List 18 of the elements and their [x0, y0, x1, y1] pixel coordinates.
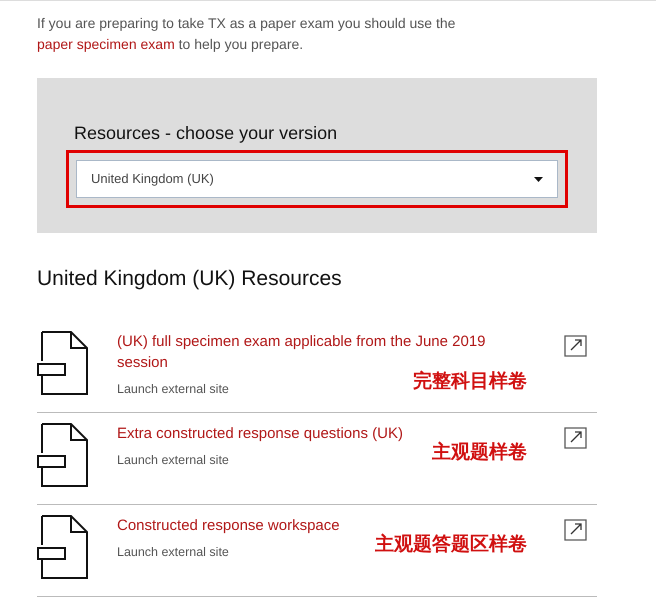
annotation-text: 完整科目样卷: [413, 370, 527, 394]
document-icon: [37, 331, 89, 395]
paper-specimen-link[interactable]: paper specimen exam: [37, 36, 175, 52]
launch-label: Launch external site: [117, 544, 229, 561]
annotation-text: 主观题答题区样卷: [375, 532, 527, 557]
panel-heading: Resources - choose your version: [74, 122, 338, 145]
external-link-icon[interactable]: [564, 519, 587, 541]
document-icon: [37, 423, 89, 487]
dropdown-caret-icon: [534, 176, 543, 182]
document-icon: [37, 515, 89, 579]
annotation-text: 主观题样卷: [432, 440, 527, 465]
launch-label: Launch external site: [117, 381, 229, 398]
version-select[interactable]: United Kingdom (UK): [76, 160, 558, 198]
external-link-icon[interactable]: [564, 335, 587, 357]
launch-label: Launch external site: [117, 452, 229, 469]
resources-heading: United Kingdom (UK) Resources: [37, 266, 343, 292]
intro-paragraph: If you are preparing to take TX as a paper exam you should use the paper specimen exam to help you prepare.: [37, 14, 456, 54]
external-link-icon[interactable]: [564, 427, 587, 449]
